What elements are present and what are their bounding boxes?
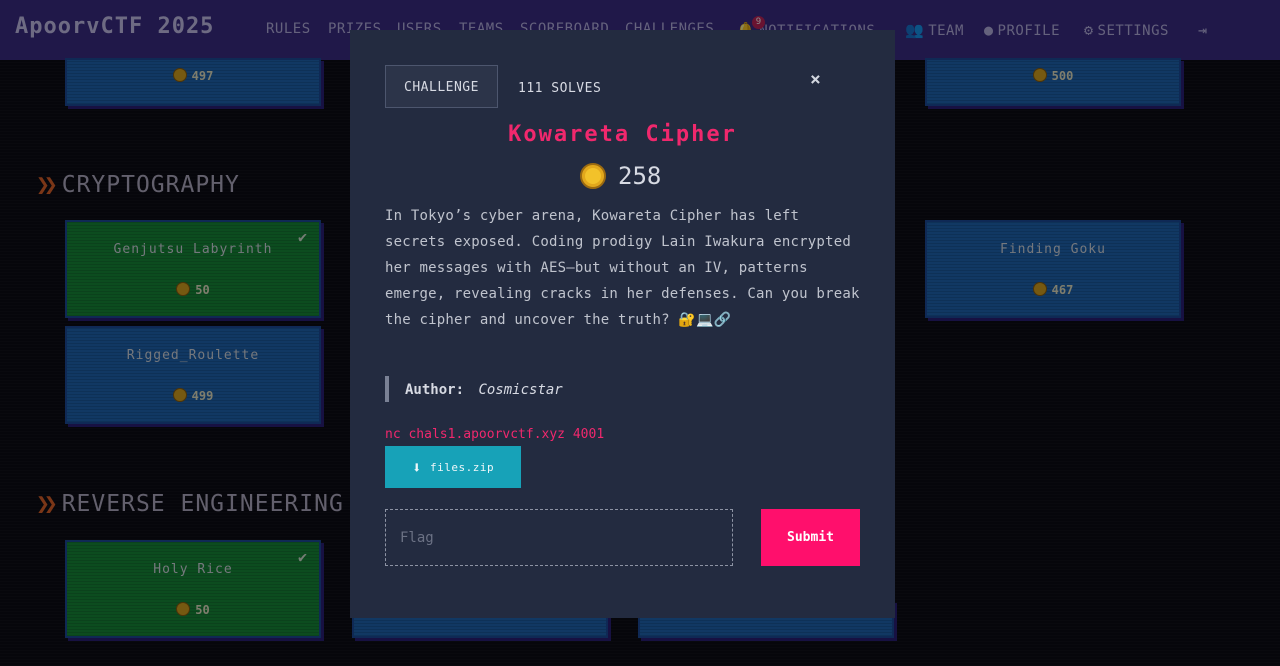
close-icon[interactable]: × [810, 69, 821, 90]
challenge-description: In Tokyo’s cyber arena, Kowareta Cipher … [385, 208, 860, 328]
author-label: Author: [405, 382, 465, 398]
author-name: Cosmicstar [478, 382, 563, 398]
challenge-title: Kowareta Cipher [508, 122, 737, 147]
flag-input[interactable] [385, 509, 733, 566]
challenge-points: 258 [580, 162, 661, 190]
download-icon: ⬇ [411, 457, 423, 477]
tab-solves[interactable]: 111 SOLVES [518, 65, 601, 108]
coin-icon [580, 163, 606, 189]
points-value: 258 [618, 162, 662, 190]
download-file-button[interactable]: ⬇ files.zip [385, 446, 521, 488]
file-name: files.zip [430, 460, 495, 474]
submit-button[interactable]: Submit [761, 509, 860, 566]
tab-challenge[interactable]: CHALLENGE [385, 65, 498, 108]
challenge-modal: CHALLENGE 111 SOLVES × Kowareta Cipher 2… [350, 30, 895, 618]
author-line: Author: Cosmicstar [385, 376, 563, 402]
connection-info: nc chals1.apoorvctf.xyz 4001 [385, 427, 605, 442]
